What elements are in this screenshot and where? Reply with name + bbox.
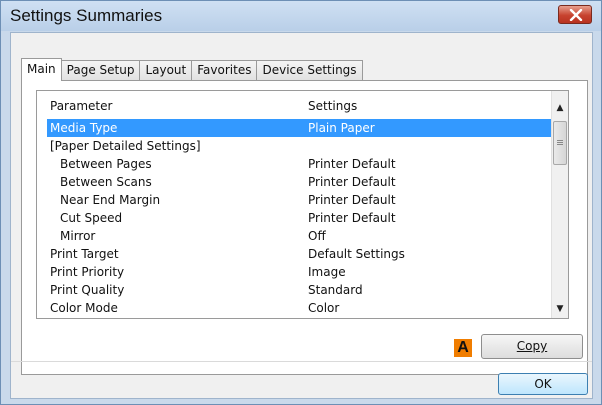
annotation-badge: A bbox=[454, 339, 472, 357]
scroll-thumb[interactable] bbox=[553, 121, 567, 165]
scroll-down-arrow-icon[interactable]: ▼ bbox=[552, 301, 568, 318]
grip-line bbox=[557, 144, 563, 145]
list-item[interactable]: Color Mode Color bbox=[37, 299, 551, 317]
row-parameter: Print Target bbox=[50, 247, 119, 261]
list-item[interactable]: Print Quality Standard bbox=[37, 281, 551, 299]
row-setting: Printer Default bbox=[308, 211, 396, 225]
list-item[interactable]: Mirror Off bbox=[37, 227, 551, 245]
row-parameter: [Paper Detailed Settings] bbox=[50, 139, 201, 153]
row-setting: Default Settings bbox=[308, 247, 405, 261]
close-button[interactable] bbox=[558, 5, 592, 24]
row-setting: Image bbox=[308, 265, 346, 279]
tab-strip: Main Page Setup Layout Favorites Device … bbox=[21, 58, 363, 81]
list-item[interactable]: Print Priority Image bbox=[37, 263, 551, 281]
row-setting: Printer Default bbox=[308, 175, 396, 189]
row-parameter: Between Pages bbox=[60, 157, 152, 171]
row-parameter: Media Type bbox=[50, 121, 118, 135]
list-item[interactable]: Between Scans Printer Default bbox=[37, 173, 551, 191]
tab-page-setup[interactable]: Page Setup bbox=[60, 60, 141, 80]
window-title: Settings Summaries bbox=[10, 6, 163, 25]
list-item[interactable]: Between Pages Printer Default bbox=[37, 155, 551, 173]
row-setting: Standard bbox=[308, 283, 363, 297]
vertical-scrollbar[interactable]: ▲ ▼ bbox=[551, 91, 568, 318]
settings-list[interactable]: Parameter Settings Media Type Plain Pape… bbox=[36, 90, 569, 319]
title-bar[interactable]: Settings Summaries bbox=[1, 1, 601, 31]
footer-divider bbox=[11, 361, 592, 362]
row-parameter: Color Mode bbox=[50, 301, 118, 315]
row-parameter: Cut Speed bbox=[60, 211, 123, 225]
tab-main[interactable]: Main bbox=[21, 58, 62, 81]
tab-favorites[interactable]: Favorites bbox=[191, 60, 258, 80]
grip-line bbox=[557, 142, 563, 143]
scroll-up-arrow-icon[interactable]: ▲ bbox=[552, 100, 568, 117]
row-parameter: Print Quality bbox=[50, 283, 125, 297]
settings-summaries-dialog: Settings Summaries Main Page Setup Layou… bbox=[0, 0, 602, 405]
copy-button[interactable]: Copy bbox=[481, 334, 583, 359]
column-header-parameter[interactable]: Parameter bbox=[50, 99, 112, 113]
list-item[interactable]: [Paper Detailed Settings] bbox=[37, 137, 551, 155]
dialog-client-area: Main Page Setup Layout Favorites Device … bbox=[10, 32, 593, 399]
row-setting: Color bbox=[308, 301, 340, 315]
list-item[interactable]: Near End Margin Printer Default bbox=[37, 191, 551, 209]
row-setting: Printer Default bbox=[308, 193, 396, 207]
copy-button-label: Copy bbox=[516, 339, 548, 353]
close-icon bbox=[569, 9, 583, 21]
tab-layout[interactable]: Layout bbox=[139, 60, 193, 80]
row-parameter: Between Scans bbox=[60, 175, 152, 189]
list-header: Parameter Settings bbox=[37, 91, 551, 119]
row-setting: Plain Paper bbox=[308, 121, 375, 135]
row-setting: Off bbox=[308, 229, 326, 243]
ok-button[interactable]: OK bbox=[498, 373, 588, 395]
row-parameter: Print Priority bbox=[50, 265, 125, 279]
tab-device-settings[interactable]: Device Settings bbox=[256, 60, 363, 80]
row-setting: Printer Default bbox=[308, 157, 396, 171]
row-parameter: Near End Margin bbox=[60, 193, 161, 207]
list-rows: Media Type Plain Paper [Paper Detailed S… bbox=[37, 119, 551, 317]
list-item[interactable]: Media Type Plain Paper bbox=[47, 119, 551, 137]
grip-line bbox=[557, 140, 563, 141]
row-parameter: Mirror bbox=[60, 229, 96, 243]
column-header-settings[interactable]: Settings bbox=[308, 99, 357, 113]
list-item[interactable]: Cut Speed Printer Default bbox=[37, 209, 551, 227]
list-item[interactable]: Print Target Default Settings bbox=[37, 245, 551, 263]
